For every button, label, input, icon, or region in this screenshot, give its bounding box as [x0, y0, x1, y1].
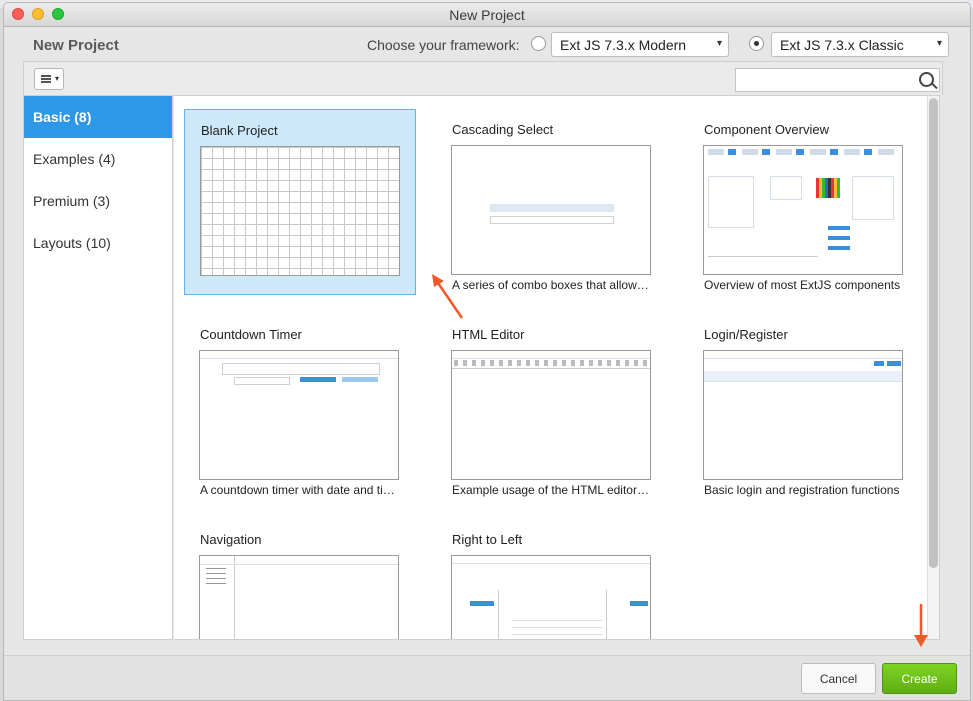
template-card-cascading-select[interactable]: Cascading Select A series of combo boxes… — [436, 109, 668, 295]
framework-label: Choose your framework: — [367, 37, 520, 53]
template-title: HTML Editor — [452, 327, 525, 342]
gallery-scrollbar[interactable] — [927, 96, 939, 639]
template-title: Right to Left — [452, 532, 523, 547]
framework-modern-select[interactable]: Ext JS 7.3.x Modern ▾ — [551, 32, 729, 57]
template-card-navigation[interactable]: Navigation — [184, 519, 416, 639]
template-description: A countdown timer with date and ti… — [200, 483, 395, 497]
template-thumbnail — [451, 145, 651, 275]
template-title: Countdown Timer — [200, 327, 302, 342]
template-title: Login/Register — [704, 327, 788, 342]
category-sidebar: Basic (8) Examples (4) Premium (3) Layou… — [23, 95, 173, 640]
cancel-button[interactable]: Cancel — [801, 663, 876, 694]
new-project-dialog: New Project New Project Choose your fram… — [3, 2, 971, 701]
create-button[interactable]: Create — [882, 663, 957, 694]
list-view-icon — [41, 75, 51, 83]
template-thumbnail — [200, 146, 400, 276]
template-thumbnail — [703, 350, 903, 480]
template-gallery: Blank Project Cascading Select A series … — [174, 95, 940, 640]
framework-classic-label: Ext JS 7.3.x Classic — [780, 37, 904, 53]
search-input[interactable] — [735, 68, 940, 92]
template-description: Example usage of the HTML editor… — [452, 483, 649, 497]
framework-classic-select[interactable]: Ext JS 7.3.x Classic ▾ — [771, 32, 949, 57]
template-thumbnail — [451, 350, 651, 480]
sidebar-item-examples[interactable]: Examples (4) — [24, 138, 172, 180]
template-card-blank-project[interactable]: Blank Project — [184, 109, 416, 295]
template-description: Overview of most ExtJS components — [704, 278, 901, 292]
template-card-countdown-timer[interactable]: Countdown Timer A countdown timer with d… — [184, 314, 416, 500]
dialog-footer: Cancel Create — [4, 655, 970, 700]
template-thumbnail — [199, 350, 399, 480]
template-thumbnail — [451, 555, 651, 639]
view-mode-button[interactable]: ▾ — [34, 68, 64, 90]
title-bar: New Project — [4, 3, 970, 27]
template-card-right-to-left[interactable]: Right to Left — [436, 519, 668, 639]
template-title: Cascading Select — [452, 122, 554, 137]
template-thumbnail — [703, 145, 903, 275]
template-card-component-overview[interactable]: Component Overview Overview of most ExtJ… — [688, 109, 920, 295]
template-title: Component Overview — [704, 122, 829, 137]
sidebar-item-layouts[interactable]: Layouts (10) — [24, 222, 172, 264]
template-thumbnail — [199, 555, 399, 639]
template-title: Navigation — [200, 532, 262, 547]
template-title: Blank Project — [201, 123, 278, 138]
sidebar-item-basic[interactable]: Basic (8) — [24, 96, 172, 138]
framework-modern-label: Ext JS 7.3.x Modern — [560, 37, 687, 53]
template-toolbar: ▾ — [23, 61, 943, 95]
window-title: New Project — [449, 7, 525, 23]
annotation-arrow-icon — [914, 604, 928, 647]
dialog-heading: New Project — [33, 37, 119, 54]
annotation-arrow-icon — [432, 274, 464, 319]
sidebar-item-premium[interactable]: Premium (3) — [24, 180, 172, 222]
chevron-down-icon: ▾ — [54, 74, 59, 83]
search-icon[interactable] — [919, 72, 934, 87]
template-description: Basic login and registration functions — [704, 483, 900, 497]
template-card-html-editor[interactable]: HTML Editor Example usage of the HTML ed… — [436, 314, 668, 500]
chevron-down-icon: ▾ — [936, 38, 942, 49]
template-description: A series of combo boxes that allow… — [452, 278, 649, 292]
framework-classic-radio[interactable] — [749, 36, 764, 51]
template-card-login-register[interactable]: Login/Register Basic login and registrat… — [688, 314, 920, 500]
gallery-scrollbar-thumb[interactable] — [929, 98, 938, 568]
framework-modern-radio[interactable] — [531, 36, 546, 51]
chevron-down-icon: ▾ — [716, 38, 722, 49]
